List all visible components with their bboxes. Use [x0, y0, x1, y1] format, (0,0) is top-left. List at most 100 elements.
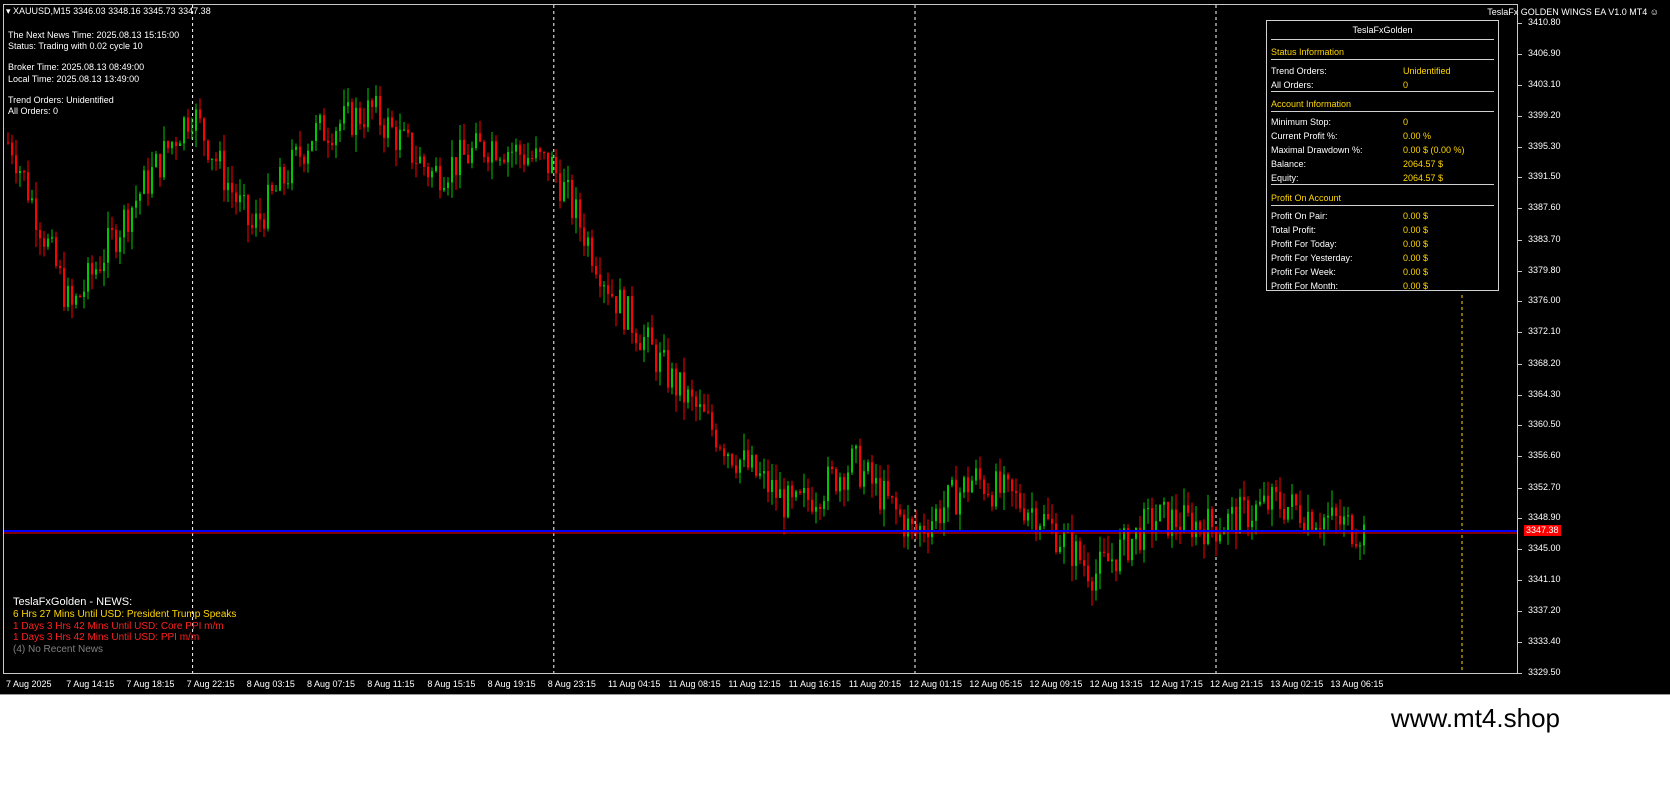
time-tick: 7 Aug 18:15 — [126, 679, 175, 689]
candle-body — [771, 479, 773, 493]
news-item: 1 Days 3 Hrs 42 Mins Until USD: PPI m/m — [13, 632, 200, 644]
price-tick: 3399.20 — [1518, 109, 1561, 120]
price-tick: 3410.80 — [1518, 17, 1561, 27]
candle-body — [1219, 534, 1221, 542]
candle-body — [811, 499, 813, 512]
row-value: 0.00 $ — [1403, 225, 1429, 235]
candle-body — [207, 140, 209, 160]
candle-body — [27, 172, 29, 201]
row-value: 2064.57 $ — [1403, 173, 1444, 183]
candle-body — [1319, 527, 1321, 530]
news-item: (4) No Recent News — [13, 643, 104, 655]
candle-body — [799, 491, 801, 494]
candle-body — [287, 183, 289, 185]
panel-title: TeslaFxGolden — [1271, 25, 1494, 40]
time-tick: 8 Aug 07:15 — [307, 679, 356, 689]
candle-body — [931, 521, 933, 538]
candle-body — [59, 265, 61, 269]
candle-body — [983, 479, 985, 494]
candle-body — [539, 148, 541, 153]
price-tick: 3352.70 — [1518, 481, 1561, 492]
candle-body — [1339, 515, 1341, 525]
news-item: 1 Days 3 Hrs 42 Mins Until USD: Core PPI… — [13, 620, 224, 632]
candle-body — [783, 489, 785, 518]
trading-status: Status: Trading with 0.02 cycle 10 — [8, 41, 143, 52]
candle-body — [727, 454, 729, 457]
candle-body — [1343, 516, 1345, 525]
candle-body — [415, 162, 417, 164]
time-axis[interactable]: 7 Aug 2025 7 Aug 14:15 7 Aug 18:15 7 Aug 22… — [3, 676, 1518, 692]
candle-body — [51, 237, 53, 239]
candle-body — [139, 193, 141, 201]
news-item: 6 Hrs 27 Mins Until USD: President Trump… — [13, 609, 237, 620]
price-tick: 3406.90 — [1518, 48, 1561, 59]
candle-body — [687, 389, 689, 403]
candle-body — [1063, 532, 1065, 547]
candle-body — [879, 478, 881, 510]
candle-body — [999, 471, 1001, 493]
candle-body — [95, 269, 97, 275]
time-tick: 11 Aug 12:15 — [728, 679, 781, 689]
candle-body — [1055, 523, 1057, 552]
candle-body — [463, 139, 465, 155]
candle-body — [583, 227, 585, 246]
candle-body — [487, 157, 489, 163]
panel-row: Total Profit: 0.00 $ — [1271, 225, 1494, 237]
candle-body — [55, 237, 57, 266]
time-tick: 12 Aug 13:15 — [1089, 679, 1143, 689]
triangle-down-icon[interactable]: ▾ — [6, 6, 11, 16]
candle-body — [11, 142, 13, 156]
smiley-icon[interactable]: ☺ — [1650, 7, 1659, 17]
panel-row: Profit On Pair: 0.00 $ — [1271, 211, 1494, 223]
candle-body — [1251, 520, 1253, 528]
candle-body — [419, 156, 421, 164]
time-tick: 11 Aug 08:15 — [668, 679, 721, 689]
candle-body — [383, 125, 385, 138]
candle-body — [271, 184, 273, 192]
price-axis[interactable]: 3410.80 3406.90 3403.10 3399.20 3395.30 3391.… — [1518, 4, 1570, 677]
candle-body — [1007, 474, 1009, 480]
trend-orders: Trend Orders: Unidentified — [8, 94, 114, 105]
candle-body — [623, 289, 625, 330]
candle-body — [363, 124, 365, 128]
candle-body — [675, 368, 677, 396]
candle-body — [1003, 474, 1005, 493]
panel-row: Profit For Today: 0.00 $ — [1271, 239, 1494, 251]
candle-body — [543, 152, 545, 154]
candle-body — [67, 285, 69, 307]
row-value: 0.00 $ — [1403, 267, 1429, 277]
candle-body — [995, 471, 997, 507]
candle-body — [471, 148, 473, 163]
price-tick: 3368.20 — [1518, 357, 1561, 368]
candle-body — [467, 154, 469, 163]
candle-body — [567, 179, 569, 183]
candle-body — [639, 343, 641, 350]
candle-body — [431, 171, 433, 178]
candle-body — [299, 146, 301, 157]
candle-body — [503, 159, 505, 163]
candle-body — [1043, 514, 1045, 527]
candle-body — [547, 152, 549, 174]
time-tick: 13 Aug 06:15 — [1330, 679, 1384, 689]
profit-section-header: Profit On Account — [1271, 193, 1494, 206]
time-tick: 8 Aug 15:15 — [427, 679, 476, 689]
row-value: Unidentified — [1403, 66, 1451, 76]
news-block: TeslaFxGolden - NEWS: 6 Hrs 27 Mins Unti… — [13, 596, 236, 655]
candle-body — [667, 350, 669, 388]
candle-body — [1335, 507, 1337, 516]
candle-body — [823, 501, 825, 509]
candle-body — [171, 142, 173, 149]
candle-body — [387, 117, 389, 138]
candle-body — [535, 148, 537, 159]
candle-body — [1359, 545, 1361, 547]
candle-body — [323, 115, 325, 141]
time-tick: 12 Aug 21:15 — [1210, 679, 1264, 689]
candle-body — [695, 396, 697, 407]
candle-body — [251, 225, 253, 228]
candle-body — [755, 455, 757, 476]
candle-body — [1363, 524, 1365, 546]
candle-body — [859, 445, 861, 487]
candle-body — [847, 472, 849, 490]
candle-body — [71, 285, 73, 305]
panel-row: Current Profit %: 0.00 % — [1271, 131, 1494, 143]
